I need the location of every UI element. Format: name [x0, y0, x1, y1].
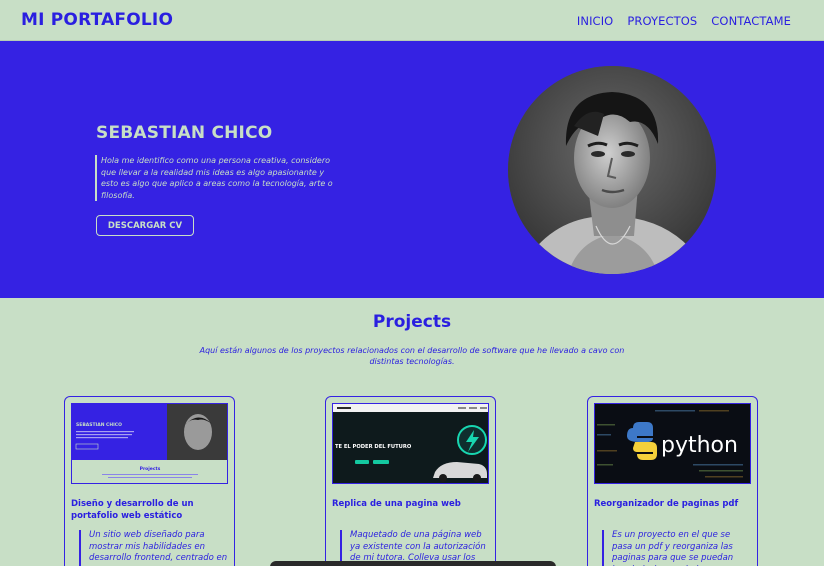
nav-link-inicio[interactable]: INICIO [577, 14, 613, 28]
project-title[interactable]: Replica de una pagina web [332, 498, 490, 510]
nav-menu: INICIO PROYECTOS CONTACTAME [577, 14, 791, 28]
thumb-name: SEBASTIAN CHICO [76, 422, 122, 428]
hero-bio: Hola me identifico como una persona crea… [95, 155, 339, 201]
project-card-replica[interactable]: TE EL PODER DEL FUTURO Replica de una pa… [325, 396, 496, 566]
brand-logo[interactable]: MI PORTAFOLIO [21, 10, 173, 30]
project-thumbnail-replica: TE EL PODER DEL FUTURO [332, 403, 489, 484]
project-title[interactable]: Diseño y desarrollo de un portafolio web… [71, 498, 229, 522]
project-description: Un sitio web diseñado para mostrar mis h… [79, 530, 229, 566]
project-card-portfolio[interactable]: SEBASTIAN CHICO Projects Diseño y desarr… [64, 396, 235, 566]
project-thumbnail-pdf: python [594, 403, 751, 484]
profile-photo [508, 66, 716, 274]
overlay-bar [270, 561, 556, 566]
project-description: Maquetado de una página web ya existente… [340, 530, 490, 565]
nav-link-proyectos[interactable]: PROYECTOS [627, 14, 697, 28]
top-navbar: MI PORTAFOLIO INICIO PROYECTOS CONTACTAM… [0, 0, 824, 41]
thumb-projects-heading: Projects [140, 466, 161, 472]
project-card-pdf[interactable]: python Reorganizador de paginas pdf Es u… [587, 396, 758, 566]
hero-section: SEBASTIAN CHICO Hola me identifico como … [0, 41, 824, 298]
hero-name: SEBASTIAN CHICO [96, 123, 273, 143]
project-title[interactable]: Reorganizador de paginas pdf [594, 498, 752, 510]
nav-link-contactame[interactable]: CONTACTAME [711, 14, 791, 28]
python-logo-text: python [661, 433, 738, 458]
project-thumbnail-portfolio: SEBASTIAN CHICO Projects [71, 403, 228, 484]
projects-title: Projects [372, 312, 452, 332]
profile-photo-image [508, 66, 716, 274]
projects-subtitle: Aquí están algunos de los proyectos rela… [199, 346, 625, 366]
download-cv-button[interactable]: DESCARGAR CV [96, 215, 194, 236]
project-description: Es un proyecto en el que se pasa un pdf … [602, 530, 752, 566]
thumb-headline: TE EL PODER DEL FUTURO [335, 444, 412, 450]
